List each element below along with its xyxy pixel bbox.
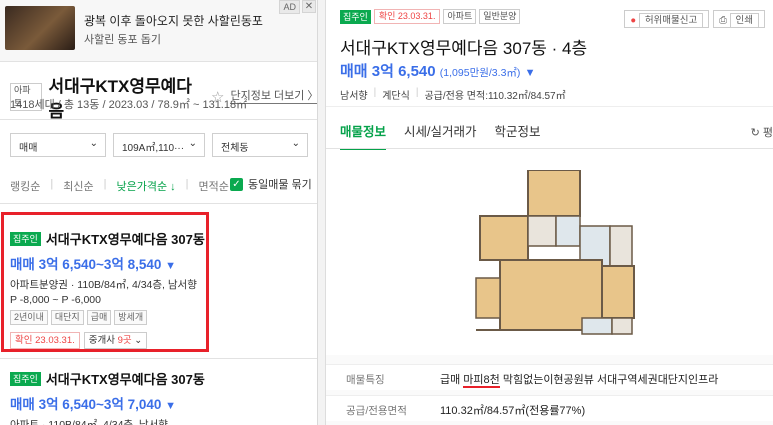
ad-thumbnail[interactable] xyxy=(5,6,75,50)
same-listing-label: 동일매물 묶기 xyxy=(248,179,312,191)
listing-name[interactable]: 서대구KTX영무예다음 307동 xyxy=(46,369,205,388)
table-row: 공급/전용면적 110.32㎡/84.57㎡(전용률77%) xyxy=(326,395,773,421)
confirm-date-badge: 확인 23.03.31. xyxy=(373,9,441,24)
owner-badge: 집주인 xyxy=(10,371,41,386)
trade-type-value: 매매 xyxy=(19,143,38,154)
divider xyxy=(0,358,317,359)
sort-separator: | xyxy=(103,178,107,190)
dong-value: 전체동 xyxy=(221,143,249,154)
row-value: 110.32㎡/84.57㎡(전용률77%) xyxy=(440,405,586,417)
listing-info: 아파트 · 110B/84㎡, 4/34층, 남서향 xyxy=(10,419,168,425)
ad-subtitle: 사할린 동포 돕기 xyxy=(84,34,161,46)
direction: 남서향 xyxy=(340,91,368,102)
divider xyxy=(326,106,773,107)
print-button[interactable]: ⎙ 인쇄 xyxy=(713,10,765,28)
report-label: 허위매물신고 xyxy=(638,13,704,28)
same-listing-toggle[interactable]: ✓ 동일매물 묶기 xyxy=(230,176,312,192)
detail-panel: 집주인 확인 23.03.31. 아파트 일반분양 ● 허위매물신고 ⎙ 인쇄 … xyxy=(326,0,773,425)
detail-unit-price: (1,095만원/3.3㎡) xyxy=(439,67,521,79)
sort-options: 랭킹순 | 최신순 | 낮은가격순 ↓ | 면적순 xyxy=(10,178,229,194)
report-button[interactable]: ● 허위매물신고 xyxy=(624,10,710,28)
row-value-text: 막힘없는이현공원뷰 서대구역세권대단지인프라 xyxy=(499,374,719,386)
area-info: 공급/전용 면적:110.32㎡/84.57㎡ xyxy=(424,91,566,102)
tab-school[interactable]: 학군정보 xyxy=(495,121,541,150)
list-item[interactable]: 집주인 서대구KTX영무예다음 307동 매매 3억 6,540~3억 7,04… xyxy=(10,369,310,425)
info-separator: | xyxy=(373,87,377,98)
detail-badges: 집주인 확인 23.03.31. 아파트 일반분양 xyxy=(340,9,521,24)
listing-panel: 광복 이후 돌아오지 못한 사할린동포 사할린 동포 돕기 AD ✕ 아파트 서… xyxy=(0,0,318,425)
sort-separator: | xyxy=(50,178,54,190)
dong-select[interactable]: 전체동 ⌄ xyxy=(212,133,308,157)
detail-title: 서대구KTX영무예다음 307동 · 4층 xyxy=(340,39,588,58)
row-key: 공급/전용면적 xyxy=(346,405,407,417)
ad-badge: AD xyxy=(279,0,300,14)
detail-actions: ● 허위매물신고 ⎙ 인쇄 xyxy=(624,10,765,28)
floor-plan-image[interactable] xyxy=(466,170,646,340)
area-value: 109A㎡,110··· xyxy=(122,143,185,154)
sort-latest[interactable]: 최신순 xyxy=(63,178,93,194)
sort-low-price[interactable]: 낮은가격순 ↓ xyxy=(116,178,175,194)
detail-price: 매매 3억 6,540 (1,095만원/3.3㎡) ▼ xyxy=(340,60,535,81)
area-unit-toggle[interactable]: ↻ 평 xyxy=(751,124,773,140)
print-label: 인쇄 xyxy=(729,13,759,28)
sort-separator: | xyxy=(185,178,189,190)
tab-listing-info[interactable]: 매물정보 xyxy=(340,121,387,150)
chevron-down-icon: ⌄ xyxy=(291,138,300,149)
checkbox-checked-icon[interactable]: ✓ xyxy=(230,177,243,191)
sort-area[interactable]: 면적순 xyxy=(198,178,228,194)
highlight-box xyxy=(1,212,209,352)
divider xyxy=(0,203,317,204)
sale-type-tag: 일반분양 xyxy=(479,9,521,24)
price-down-arrow-icon: ▼ xyxy=(524,67,536,79)
structure: 계단식 xyxy=(382,91,410,102)
complex-summary: 1418세대 / 총 13동 / 2023.03 / 78.9㎡ ~ 131.1… xyxy=(10,99,248,111)
divider xyxy=(0,119,317,120)
row-key: 매물특징 xyxy=(346,374,385,386)
row-value: 급매 마피8천 막힘없는이현공원뷰 서대구역세권대단지인프라 xyxy=(440,371,719,388)
tab-price-history[interactable]: 시세/실거래가 xyxy=(404,121,476,150)
detail-info: 남서향 | 계단식 | 공급/전용 면적:110.32㎡/84.57㎡ xyxy=(340,87,566,102)
panel-divider[interactable] xyxy=(318,0,326,425)
divider xyxy=(326,148,773,149)
detail-tabs: 매물정보 시세/실거래가 학군정보 xyxy=(340,121,541,150)
listing-price-text: 매매 3억 6,540~3억 7,040 xyxy=(10,397,162,412)
ad-banner[interactable]: 광복 이후 돌아오지 못한 사할린동포 사할린 동포 돕기 AD ✕ xyxy=(0,0,317,62)
sort-ranking[interactable]: 랭킹순 xyxy=(10,178,40,194)
row-value-text: 급매 xyxy=(440,374,464,386)
detail-price-text: 매매 3억 6,540 xyxy=(340,63,436,80)
underlined-text: 마피8천 xyxy=(463,374,500,388)
listing-price: 매매 3억 6,540~3억 7,040 ▼ xyxy=(10,393,310,413)
ad-close-button[interactable]: ✕ xyxy=(302,0,316,13)
area-select[interactable]: 109A㎡,110··· ⌄ xyxy=(113,133,205,157)
owner-badge: 집주인 xyxy=(340,9,371,24)
chevron-down-icon: ⌄ xyxy=(89,138,98,149)
chevron-down-icon: ⌄ xyxy=(188,138,197,149)
info-separator: | xyxy=(415,87,419,98)
trade-type-select[interactable]: 매매 ⌄ xyxy=(10,133,106,157)
table-row: 매물특징 급매 마피8천 막힘없는이현공원뷰 서대구역세권대단지인프라 xyxy=(326,364,773,390)
property-type-tag: 아파트 xyxy=(443,9,477,24)
ad-title[interactable]: 광복 이후 돌아오지 못한 사할린동포 xyxy=(84,12,263,29)
price-down-arrow-icon: ▼ xyxy=(165,400,177,412)
